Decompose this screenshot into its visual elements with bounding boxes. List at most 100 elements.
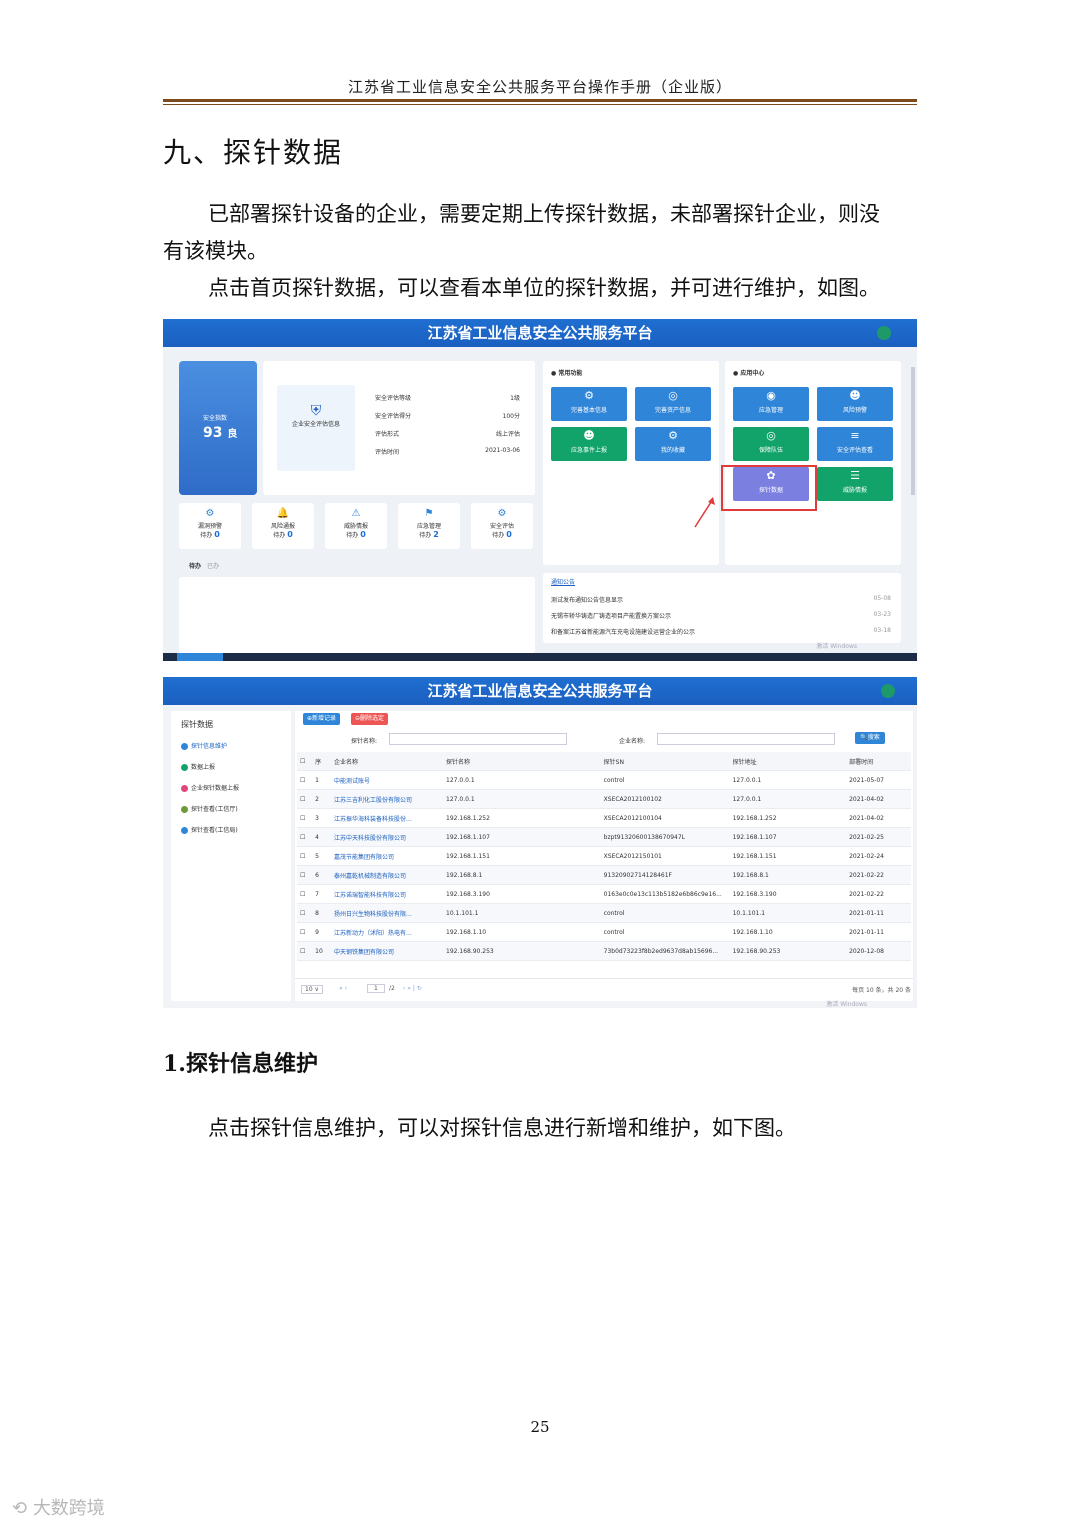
table-row[interactable]: ☐ 10 中天钢铁集团有限公司 192.168.90.253 73b0d73223f8b…: [297, 941, 911, 961]
page-current-input[interactable]: 1: [367, 984, 385, 993]
scrollbar[interactable]: [911, 367, 915, 495]
table-cell: 91320902714128461F: [600, 865, 730, 885]
row-checkbox[interactable]: ☐: [297, 770, 313, 790]
common-tile-icon: ☻: [583, 429, 595, 442]
paragraph-1-line-2: 有该模块。: [163, 239, 268, 263]
common-tile[interactable]: ⚙ 我的收藏: [635, 427, 711, 461]
sidebar-item[interactable]: 探针查看(工信厅): [181, 804, 238, 813]
table-cell: 6: [312, 865, 332, 885]
notice-item[interactable]: 测试发布通知公告信息显示 05-08: [551, 595, 891, 604]
row-checkbox[interactable]: ☐: [297, 884, 313, 904]
security-score-card[interactable]: 安全指数 93 良: [179, 361, 257, 495]
page-size-select[interactable]: 10 ∨: [301, 985, 323, 994]
table-row[interactable]: ☐ 9 江苏新动力（沭阳）热电有... 192.168.1.10 control 192.…: [297, 922, 911, 942]
sidebar-item-dot-icon: [181, 785, 188, 792]
row-checkbox[interactable]: ☐: [297, 808, 313, 828]
todo-item[interactable]: ⚙ 安全评估 待办 0: [471, 503, 533, 549]
red-arrow-icon: [694, 497, 715, 528]
row-checkbox[interactable]: ☐: [297, 941, 313, 961]
table-cell[interactable]: 中天钢铁集团有限公司: [331, 941, 444, 961]
evaluation-summary[interactable]: ⛨ 企业安全评估信息: [277, 385, 355, 471]
table-cell: 192.168.1.107: [729, 827, 847, 847]
page-nav-prev[interactable]: « ‹: [339, 985, 347, 992]
table-cell[interactable]: 江苏新动力（沭阳）热电有...: [331, 922, 444, 942]
table-row[interactable]: ☐ 7 江苏诺瑞智能科技有限公司 192.168.3.190 0163e0c0e13c1…: [297, 884, 911, 904]
row-checkbox[interactable]: ☐: [297, 827, 313, 847]
table-cell: 192.168.90.253: [729, 941, 847, 961]
add-record-button[interactable]: ⊕新增记录: [303, 713, 341, 725]
user-avatar-icon-2[interactable]: [881, 684, 895, 698]
table-cell: 192.168.3.190: [729, 884, 847, 904]
app-tile[interactable]: ☻ 风险预警: [817, 387, 893, 421]
common-tile-label: 我的收藏: [660, 447, 685, 454]
row-checkbox[interactable]: ☐: [297, 789, 313, 809]
table-cell[interactable]: 江苏振华海科装备科技股份...: [331, 808, 444, 828]
evaluation-row: 安全评估得分 100分: [375, 411, 520, 429]
table-cell[interactable]: 嘉茂节能集团有限公司: [331, 846, 444, 866]
app-tile[interactable]: ◎ 保障队伍: [733, 427, 809, 461]
notice-item[interactable]: 无锡市轿华铸造厂铸造项目产能置换方案公示 03-23: [551, 611, 891, 620]
done-tab[interactable]: 已办: [207, 563, 219, 570]
table-cell[interactable]: 江苏三吉利化工股份有限公司: [331, 789, 444, 809]
table-cell[interactable]: 扬州日兴生物科技股份有限...: [331, 903, 444, 923]
page-nav-next[interactable]: › » | ↻: [403, 985, 422, 992]
table-cell: 2021-04-02: [846, 789, 911, 809]
todo-item-label: 漏洞预警: [197, 523, 222, 530]
table-cell: 127.0.0.1: [729, 789, 847, 809]
bottom-tab-home[interactable]: [177, 653, 223, 661]
common-tile[interactable]: ◎ 完善资产信息: [635, 387, 711, 421]
table-row[interactable]: ☐ 6 泰州嘉乾机械制造有限公司 192.168.8.1 913209027141284…: [297, 865, 911, 885]
table-cell[interactable]: 泰州嘉乾机械制造有限公司: [331, 865, 444, 885]
notice-item[interactable]: 和备案江苏省新能源汽车充电设施建设运营企业的公示 03-18: [551, 627, 891, 636]
search-button[interactable]: 🔍搜索: [855, 732, 885, 744]
sidebar-item[interactable]: 探针信息维护: [181, 741, 227, 750]
app-tile[interactable]: ≡ 安全评估查看: [817, 427, 893, 461]
table-cell: control: [600, 903, 730, 923]
table-cell[interactable]: 江苏中天科技股份有限公司: [331, 827, 444, 847]
table-cell[interactable]: 中能测试账号: [331, 770, 444, 790]
common-tile[interactable]: ⚙ 完善基本信息: [551, 387, 627, 421]
table-cell[interactable]: 江苏诺瑞智能科技有限公司: [331, 884, 444, 904]
sidebar-item-dot-icon: [181, 743, 188, 750]
table-cell: 192.168.1.107: [443, 827, 601, 847]
row-checkbox[interactable]: ☐: [297, 903, 313, 923]
todo-item[interactable]: ⚠ 威胁情报 待办 0: [325, 503, 387, 549]
notice-text: 测试发布通知公告信息显示: [551, 597, 624, 604]
table-row[interactable]: ☐ 8 扬州日兴生物科技股份有限... 10.1.101.1 control 10.1.1…: [297, 903, 911, 923]
table-row[interactable]: ☐ 5 嘉茂节能集团有限公司 192.168.1.151 XSECA2012150101…: [297, 846, 911, 866]
row-checkbox[interactable]: ☐: [297, 846, 313, 866]
app-tile[interactable]: ◉ 应急管理: [733, 387, 809, 421]
sidebar-item[interactable]: 数据上报: [181, 762, 215, 771]
todo-count-value: 0: [360, 530, 366, 539]
app-tile[interactable]: ☰ 威胁情报: [817, 467, 893, 501]
table-row[interactable]: ☐ 1 中能测试账号 127.0.0.1 control 127.0.0.1 2021-05…: [297, 770, 911, 790]
table-row[interactable]: ☐ 2 江苏三吉利化工股份有限公司 127.0.0.1 XSECA2012100102 1…: [297, 789, 911, 809]
todo-tab[interactable]: 待办: [189, 563, 201, 570]
common-tile[interactable]: ☻ 应急事件上报: [551, 427, 627, 461]
sidebar-item[interactable]: 企业探针数据上报: [181, 783, 239, 792]
row-checkbox[interactable]: ☐: [297, 865, 313, 885]
notice-title[interactable]: 通知公告: [551, 577, 575, 586]
todo-count-label: 待办: [273, 532, 286, 539]
todo-item[interactable]: ⚑ 应急管理 待办 2: [398, 503, 460, 549]
probe-name-input[interactable]: [389, 733, 567, 745]
table-row[interactable]: ☐ 4 江苏中天科技股份有限公司 192.168.1.107 bzpt913206001…: [297, 827, 911, 847]
page-total: /2: [389, 985, 395, 992]
sidebar-item[interactable]: 探针查看(工信局): [181, 825, 238, 834]
table-cell: 8: [312, 903, 332, 923]
page-summary: 每页 10 条，共 20 条: [852, 987, 911, 994]
row-checkbox[interactable]: ☐: [297, 922, 313, 942]
evaluation-key: 评估时间: [375, 449, 400, 456]
company-name-input[interactable]: [657, 733, 835, 745]
user-avatar-icon[interactable]: [877, 326, 891, 340]
table-row[interactable]: ☐ 3 江苏振华海科装备科技股份... 192.168.1.252 XSECA20121…: [297, 808, 911, 828]
corner-watermark: ⟲ 大数跨境: [12, 1498, 105, 1519]
evaluation-value: 2021-03-06: [485, 447, 520, 454]
select-all-checkbox[interactable]: ☐: [297, 752, 313, 771]
add-record-label: 新增记录: [312, 715, 337, 722]
todo-item[interactable]: 🔔 风险通报 待办 0: [252, 503, 314, 549]
delete-selected-button[interactable]: ⊖删除选定: [351, 713, 389, 725]
todo-item[interactable]: ⚙ 漏洞预警 待办 0: [179, 503, 241, 549]
todo-item-count: 待办 0: [471, 530, 533, 539]
todo-item-label: 应急管理: [416, 523, 441, 530]
